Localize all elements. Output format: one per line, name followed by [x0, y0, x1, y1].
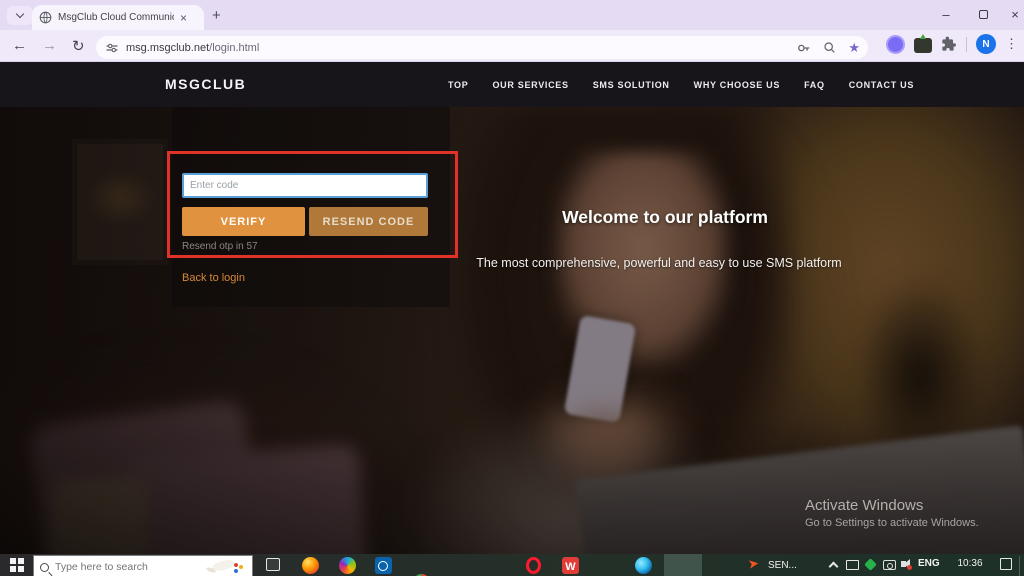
opera-icon[interactable] [526, 557, 541, 574]
site-header: MSGCLUB TOP OUR SERVICES SMS SOLUTION WH… [0, 62, 1024, 107]
share-arrow-icon[interactable]: ➤ [747, 556, 760, 570]
tray-app-label[interactable]: SEN... [768, 560, 797, 571]
start-button[interactable] [10, 558, 24, 572]
site-nav: TOP OUR SERVICES SMS SOLUTION WHY CHOOSE… [448, 62, 914, 107]
window-minimize-button[interactable]: – [931, 0, 961, 28]
browser-tab[interactable]: MsgClub Cloud Communication × [32, 5, 204, 30]
url-path: /login.html [209, 42, 259, 54]
address-bar[interactable]: msg.msgclub.net/login.html ★ [96, 36, 868, 59]
window-close-button[interactable]: × [1000, 0, 1024, 28]
nav-item-sms-solution[interactable]: SMS SOLUTION [593, 80, 670, 90]
divider [966, 37, 967, 52]
url-text: msg.msgclub.net/login.html [126, 42, 259, 54]
task-view-icon[interactable] [266, 558, 280, 571]
extensions-puzzle-icon[interactable] [941, 36, 957, 52]
back-button[interactable]: ← [12, 37, 27, 54]
browser-menu-icon[interactable]: ⋮ [1005, 36, 1018, 52]
url-host: msg.msgclub.net [126, 42, 209, 54]
window-restore-button[interactable] [968, 0, 998, 28]
network-monitor-icon[interactable] [846, 560, 859, 570]
new-tab-button[interactable]: + [212, 7, 221, 24]
hero-subtitle: The most comprehensive, powerful and eas… [459, 256, 859, 270]
profile-avatar[interactable]: N [976, 34, 996, 54]
nav-item-faq[interactable]: FAQ [804, 80, 825, 90]
screen: MsgClub Cloud Communication × + – × ← → … [0, 0, 1024, 576]
action-center-icon[interactable] [1000, 558, 1012, 570]
edge-icon[interactable] [635, 557, 652, 574]
hero-title: Welcome to our platform [465, 207, 865, 228]
language-indicator[interactable]: ENG [918, 558, 940, 569]
taskbar-clock[interactable]: 10:36 [950, 558, 990, 569]
activate-windows-watermark: Activate Windows [805, 497, 923, 514]
search-doodle-image [204, 559, 246, 575]
wps-office-icon[interactable] [562, 557, 579, 574]
outlook-icon[interactable] [375, 557, 392, 574]
otp-code-input[interactable] [182, 173, 428, 198]
forward-button[interactable]: → [42, 37, 57, 54]
firefox-icon[interactable] [302, 557, 319, 574]
hero-photo [0, 107, 1024, 554]
nav-item-why-choose-us[interactable]: WHY CHOOSE US [694, 80, 780, 90]
extension-row: N ⋮ [886, 34, 1018, 54]
extension-purple-icon[interactable] [886, 35, 905, 54]
show-desktop-divider[interactable] [1019, 556, 1020, 576]
zoom-icon[interactable] [823, 41, 836, 54]
nav-item-top[interactable]: TOP [448, 80, 468, 90]
back-to-login-link[interactable]: Back to login [182, 272, 245, 284]
reload-button[interactable]: ↻ [72, 37, 85, 55]
nav-item-our-services[interactable]: OUR SERVICES [492, 80, 568, 90]
tab-search-button[interactable] [7, 6, 33, 25]
site-logo[interactable]: MSGCLUB [165, 76, 246, 92]
nav-item-contact-us[interactable]: CONTACT US [849, 80, 914, 90]
resend-countdown-text: Resend otp in 57 [182, 241, 258, 252]
search-icon [40, 563, 49, 572]
active-app-tile [664, 554, 702, 576]
password-key-icon[interactable] [797, 41, 811, 55]
restore-icon [979, 10, 988, 19]
extension-adblock-icon[interactable] [914, 38, 932, 53]
tab-strip: MsgClub Cloud Communication × + – × [0, 0, 1024, 30]
taskbar-search-input[interactable] [55, 561, 175, 573]
photos-icon[interactable] [339, 557, 356, 574]
tab-title: MsgClub Cloud Communication [58, 12, 174, 23]
resend-code-button[interactable]: RESEND CODE [309, 207, 428, 236]
globe-favicon-icon [39, 11, 52, 24]
verify-button[interactable]: VERIFY [182, 207, 305, 236]
activate-windows-hint: Go to Settings to activate Windows. [805, 517, 979, 529]
tab-close-icon[interactable]: × [180, 12, 187, 24]
site-settings-icon[interactable] [106, 42, 118, 54]
camera-tray-icon[interactable] [883, 560, 896, 570]
taskbar-search[interactable] [33, 555, 253, 576]
speaker-muted-icon[interactable] [901, 561, 906, 567]
chevron-down-icon [16, 10, 24, 18]
bookmark-star-icon[interactable]: ★ [848, 41, 860, 54]
